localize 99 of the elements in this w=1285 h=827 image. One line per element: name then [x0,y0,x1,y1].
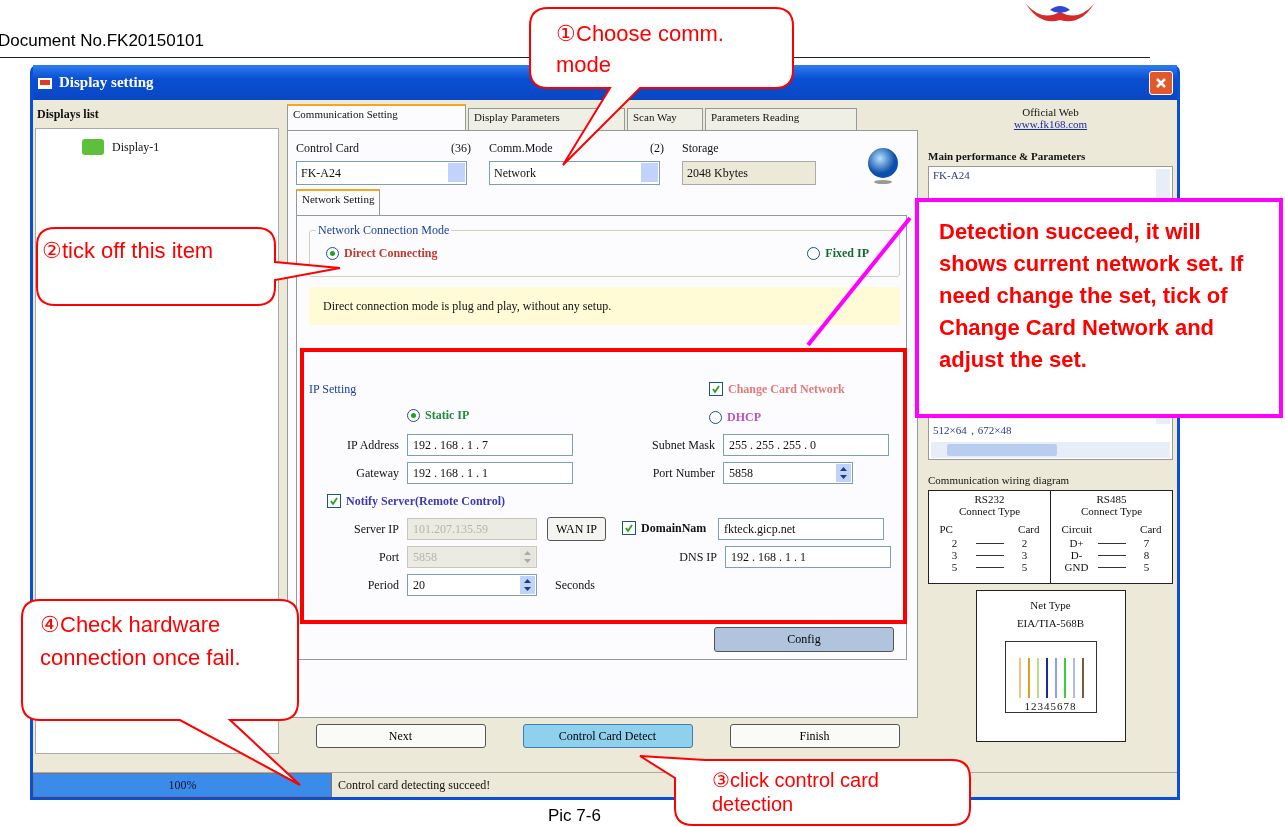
input-field[interactable]: 20 [407,574,537,596]
checkbox-label: Notify Server(Remote Control) [346,493,506,509]
pin-label: 2 [1020,537,1029,549]
radio-button[interactable] [709,410,722,424]
spin-arrows-icon [523,550,532,564]
section-label: Official Web [1021,106,1080,118]
field-label: Period [366,577,400,593]
table-title: RS232 [974,493,1005,505]
radio-label: DHCP [727,409,761,425]
dropdown[interactable]: FK-A24 [296,161,467,185]
input-field[interactable]: 255 . 255 . 255 . 0 [723,434,889,456]
pin-numbers: 12345678 [1024,700,1077,712]
field-label: Control Card [296,141,359,156]
pin-label: 8 [1142,549,1151,561]
unit-label: Seconds [555,577,595,593]
callout-text: ②tick off this item [42,237,215,265]
field-label: Port Number [651,465,716,481]
tab[interactable]: Communication Setting [287,104,466,130]
field-label: Subnet Mask [651,437,716,453]
field-label: Gateway [355,465,400,481]
callout-text: ①Choose comm. mode [556,20,725,79]
radio-label: Fixed IP [825,246,869,261]
close-button[interactable] [1149,70,1173,95]
pin-label: D+ [1068,537,1085,549]
checkbox-label: Change Card Network [728,381,845,397]
callout-text: ③click control card detection [712,768,880,816]
status-message: Control card detecting succeed! [338,777,491,793]
net-type-title: Net Type [1030,599,1071,611]
config-button[interactable]: Config [714,627,894,652]
pin-label: D- [1069,549,1084,561]
pin-label: 3 [950,549,959,561]
storage-field: 2048 Kbytes [682,161,816,185]
pin-label: 5 [1142,561,1151,573]
spin-button[interactable] [520,576,535,594]
group-title: IP Setting [309,381,358,397]
list-text: FK-A24 [933,169,971,181]
list-text: 512×64，672×48 [933,423,1013,438]
dropdown[interactable]: Network [489,161,660,185]
progress-label: 100% [167,778,198,793]
column-heading: Card [1018,523,1040,535]
table-subtitle: Connect Type [958,505,1020,517]
note-tooltip: Detection succeed, it will shows current network set. If need change the set, tick of Change Card Network and adjust the set. [915,198,1283,418]
website-link[interactable]: www.fk168.com [1013,118,1088,130]
pin-label: 3 [1020,549,1029,561]
radio-label: Static IP [425,408,470,423]
section-heading: Communication wiring diagram [928,474,1070,486]
callout-text: ④Check hardware connection once fail. [40,611,242,672]
table-title: RS485 [1096,493,1127,505]
table-subtitle: Connect Type [1080,505,1142,517]
tab[interactable]: Network Setting [296,189,381,215]
radio-button[interactable] [807,247,821,260]
pin-label: 2 [950,537,959,549]
horizontal-scrollbar[interactable] [931,442,1170,458]
panel-heading: Displays list [37,106,99,122]
spin-arrows-icon [839,466,848,480]
input-field[interactable]: fkteck.gicp.net [718,518,884,540]
input-field[interactable]: 192 . 168 . 1 . 7 [407,434,573,456]
pin-label: GND [1063,561,1090,573]
column-heading: Card [1140,523,1162,535]
input-field[interactable]: 192 . 168 . 1 . 1 [725,546,891,568]
field-label: Comm.Mode [489,141,553,156]
button[interactable]: Control Card Detect [522,724,693,748]
column-heading: PC [939,523,953,535]
spin-arrows-icon [523,578,532,592]
tab[interactable]: Parameters Reading [705,108,857,130]
pin-label: 5 [1020,561,1029,573]
button[interactable]: Finish [729,724,900,748]
window-title: Display setting [59,74,155,91]
field-label: DNS IP [678,549,718,565]
checkbox[interactable] [622,521,636,536]
button[interactable]: Next [315,724,486,748]
field-label: Server IP [353,521,400,537]
spin-button[interactable] [836,464,851,482]
radio-button[interactable] [407,409,420,422]
field-label: Storage [682,141,720,156]
figure-caption: Pic 7-6 [548,806,601,826]
section-heading: Main performance & Parameters [928,150,1086,162]
document-header: Document No.FK20150101 [0,31,205,51]
pin-label: 7 [1142,537,1151,549]
option-count: (36) [451,141,471,156]
tree-item[interactable]: Display-1 [112,139,160,155]
radio-label: Direct Connecting [344,246,438,261]
checkbox[interactable] [327,494,341,508]
checkbox-label: DomainNam [641,520,707,536]
input-field[interactable]: 5858 [723,462,853,484]
pin-label: 5 [950,561,959,573]
checkbox[interactable] [709,382,723,396]
net-type-standard: EIA/TIA-568B [1016,617,1085,629]
input-field[interactable]: 192 . 168 . 1 . 1 [407,462,573,484]
close-icon [1155,76,1167,89]
radio-button[interactable] [326,247,339,260]
field-label: Port [378,549,400,565]
globe-icon [866,147,900,185]
field-label: IP Address [346,437,400,453]
hint-text: Direct connection mode is plug and play, without any setup. [323,298,612,314]
tab[interactable]: Scan Way [627,108,703,130]
column-heading: Circuit [1061,523,1093,535]
button[interactable]: WAN IP [547,517,606,541]
option-count: (2) [650,141,664,156]
